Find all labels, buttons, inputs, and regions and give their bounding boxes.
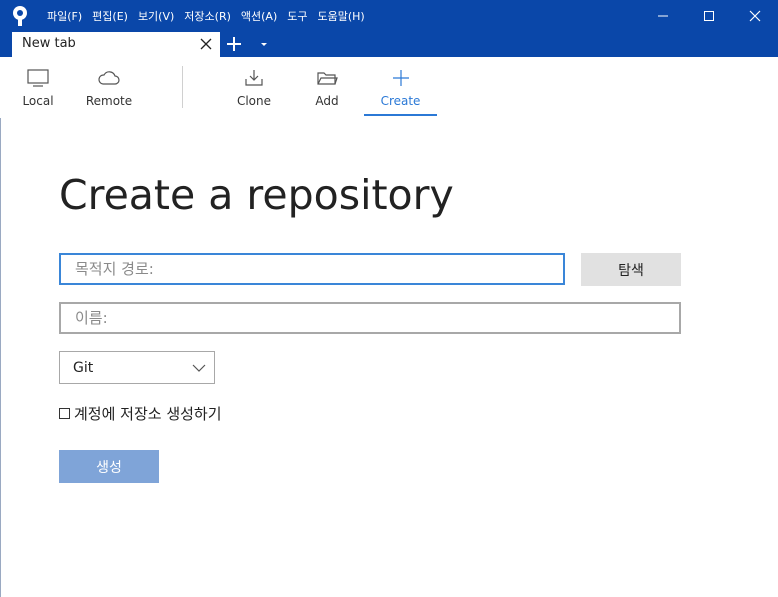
toolbar-clone-label: Clone <box>236 94 272 108</box>
monitor-icon <box>27 69 49 87</box>
close-icon <box>749 10 761 22</box>
menu-edit[interactable]: 편집(E) <box>92 8 128 24</box>
toolbar-create-label: Create <box>380 94 421 108</box>
tab-label: New tab <box>22 36 76 51</box>
title-bar: 파일(F) 편집(E) 보기(V) 저장소(R) 액션(A) 도구 도움말(H) <box>0 0 778 32</box>
toolbar-local-label: Local <box>22 94 54 108</box>
minimize-button[interactable] <box>640 0 686 32</box>
menu-help[interactable]: 도움말(H) <box>318 8 365 24</box>
create-button[interactable]: 생성 <box>59 450 159 483</box>
toolbar-add-label: Add <box>315 94 339 108</box>
cloud-icon <box>98 71 120 85</box>
menu-actions[interactable]: 액션(A) <box>241 8 277 24</box>
toolbar-local-button[interactable]: Local <box>14 57 62 118</box>
close-tab-icon[interactable] <box>198 35 214 53</box>
menu-view[interactable]: 보기(V) <box>138 8 174 24</box>
minimize-icon <box>658 15 668 17</box>
repository-type-select[interactable]: Git <box>59 351 215 384</box>
chevron-down-icon <box>192 364 206 372</box>
plus-icon <box>392 70 409 86</box>
menu-bar: 파일(F) 편집(E) 보기(V) 저장소(R) 액션(A) 도구 도움말(H) <box>47 0 375 32</box>
tab-dropdown-icon[interactable] <box>257 36 271 52</box>
toolbar-add-button[interactable]: Add <box>303 57 351 118</box>
add-tab-icon[interactable] <box>225 35 243 53</box>
destination-path-input[interactable] <box>59 253 565 285</box>
toolbar-create-button[interactable]: Create <box>364 57 437 118</box>
toolbar-clone-button[interactable]: Clone <box>230 57 278 118</box>
tab-strip: New tab <box>0 32 778 57</box>
folder-icon <box>317 72 338 85</box>
toolbar: Local Remote Clone Add Create <box>0 57 778 119</box>
create-on-account-checkbox[interactable] <box>59 407 70 419</box>
menu-repository[interactable]: 저장소(R) <box>184 8 231 24</box>
menu-tools[interactable]: 도구 <box>287 8 307 24</box>
sourcetree-logo-icon <box>13 6 27 26</box>
page-title: Create a repository <box>59 171 454 219</box>
create-on-account-row[interactable]: 계정에 저장소 생성하기 <box>59 403 222 423</box>
browse-button[interactable]: 탐색 <box>581 253 681 286</box>
active-tab-indicator <box>364 114 437 116</box>
tab-new-tab[interactable]: New tab <box>12 32 220 57</box>
toolbar-separator <box>182 66 183 108</box>
toolbar-remote-button[interactable]: Remote <box>84 57 134 118</box>
maximize-button[interactable] <box>686 0 732 32</box>
repository-name-input[interactable] <box>59 302 681 334</box>
menu-file[interactable]: 파일(F) <box>47 8 82 24</box>
create-on-account-label: 계정에 저장소 생성하기 <box>74 404 222 423</box>
download-icon <box>245 70 263 86</box>
close-window-button[interactable] <box>732 0 778 32</box>
maximize-icon <box>704 11 714 21</box>
repository-type-value: Git <box>73 360 94 376</box>
toolbar-remote-label: Remote <box>85 94 133 108</box>
